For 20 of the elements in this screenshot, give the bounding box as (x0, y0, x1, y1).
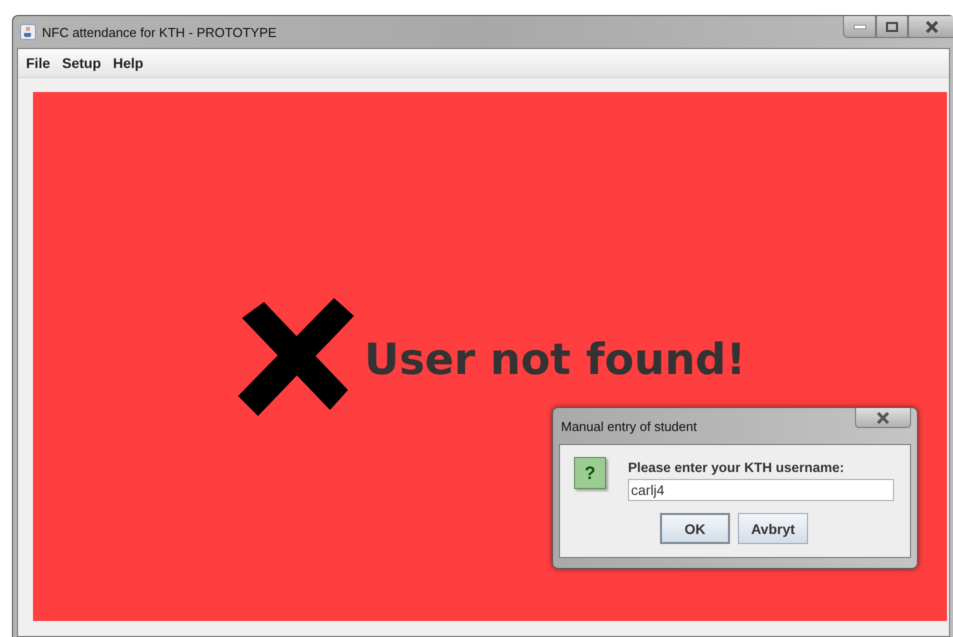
close-icon (876, 412, 890, 424)
status-message: User not found! (364, 334, 746, 384)
prompt-label: Please enter your KTH username: (628, 460, 846, 475)
cancel-button[interactable]: Avbryt (738, 513, 808, 544)
coffee-cup-icon (20, 24, 36, 40)
window-title: NFC attendance for KTH - PROTOTYPE (42, 24, 277, 40)
close-button[interactable] (908, 16, 953, 38)
menu-item[interactable]: Setup (62, 55, 102, 71)
menu-item[interactable]: File (26, 55, 50, 71)
maximize-button[interactable] (876, 16, 908, 38)
question-icon: ? (574, 457, 606, 489)
close-icon (925, 20, 939, 32)
minimize-button[interactable] (843, 16, 876, 38)
menu-item[interactable]: Help (113, 55, 144, 71)
dialog-title: Manual entry of student (561, 418, 697, 434)
minimize-icon (854, 24, 866, 28)
maximize-icon (886, 22, 898, 32)
ok-button[interactable]: OK (660, 513, 730, 544)
username-field[interactable]: carlj4 (628, 479, 894, 501)
close-button[interactable] (855, 408, 911, 428)
